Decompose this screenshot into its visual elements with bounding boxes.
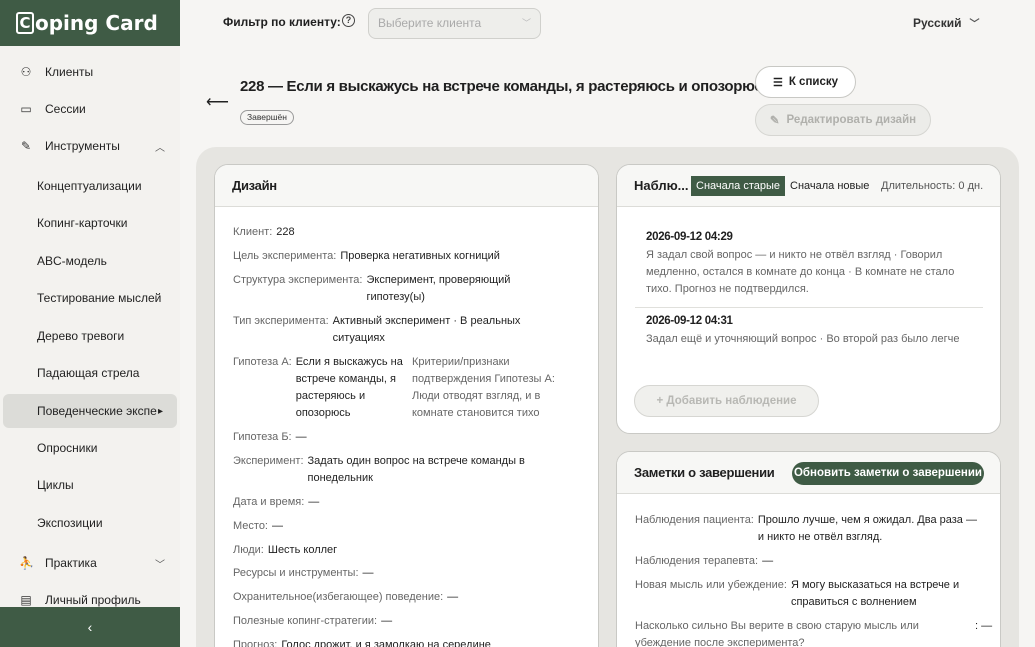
chevron-left-icon: ‹ bbox=[87, 619, 93, 635]
duration-label: Длительность: 0 дн. bbox=[881, 180, 984, 192]
sidebar: Coping Card ⚇ Клиенты ▭ Сессии ✎ Инструмент… bbox=[0, 0, 180, 647]
field-type: Тип эксперимента: Активный эксперимент · … bbox=[233, 315, 521, 344]
logo-letter: C bbox=[16, 12, 34, 34]
sidebar-collapse-button[interactable]: ‹ bbox=[0, 607, 180, 647]
calendar-icon: ▭ bbox=[20, 102, 32, 116]
field-coping: Полезные копинг-стратегии: — bbox=[233, 615, 393, 627]
field-old-belief-strength: Насколько сильно Вы верите в свою старую… bbox=[635, 620, 993, 647]
sidebar-item-sessions[interactable]: ▭ Сессии bbox=[3, 92, 177, 126]
pencil-icon: ✎ bbox=[769, 115, 780, 127]
field-forecast: Прогноз: Голос дрожит, и я замолкаю на се… bbox=[233, 639, 491, 647]
language-select[interactable]: Русский ﹀ bbox=[913, 15, 980, 30]
observation-date: 2026-09-12 04:29 bbox=[646, 231, 733, 243]
field-resources: Ресурсы и инструменты: — bbox=[233, 567, 374, 579]
design-card: Дизайн Клиент: 228 Цель эксперимента: Пров… bbox=[214, 164, 599, 647]
field-goal: Цель эксперимента: Проверка негативных ко… bbox=[233, 250, 500, 262]
design-heading: Дизайн bbox=[215, 165, 598, 207]
client-select[interactable]: Выберите клиента ﹀ bbox=[368, 8, 541, 39]
caret-right-icon: ▸ bbox=[157, 405, 163, 417]
chevron-down-icon: ﹀ bbox=[969, 19, 980, 30]
sort-newest-button[interactable]: Сначала новые bbox=[790, 176, 869, 196]
sidebar-item-practice[interactable]: ⛹ Практика ﹀ bbox=[3, 546, 177, 580]
chevron-up-icon: ︿ bbox=[155, 142, 165, 154]
topbar: Фильтр по клиенту: ? Выберите клиента ﹀ Р… bbox=[180, 0, 1035, 46]
field-patient-observations: Наблюдения пациента: Прошло лучше, чем я … bbox=[635, 514, 977, 543]
observation-entry: 2026-09-12 04:29 Я задал свой вопрос — и… bbox=[635, 231, 983, 298]
sort-oldest-button[interactable]: Сначала старые bbox=[691, 176, 786, 196]
observations-card: Наблю... Сначала старые Сначала новые Дл… bbox=[616, 164, 1001, 434]
edit-design-button[interactable]: ✎ Редактировать дизайн bbox=[755, 104, 931, 136]
sidebar-item-behavioral-experiments[interactable]: Поведенческие экспе ▸ bbox=[3, 394, 177, 428]
sidebar-item-tools[interactable]: ✎ Инструменты ︿ bbox=[3, 129, 177, 163]
observation-entry: 2026-09-12 04:31 Задал ещё и уточняющий … bbox=[635, 315, 983, 348]
sidebar-item-conceptualizations[interactable]: Концептуализации bbox=[3, 169, 177, 203]
update-notes-button[interactable]: Обновить заметки о завершении bbox=[792, 462, 984, 485]
add-observation-button[interactable]: + Добавить наблюдение bbox=[634, 385, 819, 417]
divider bbox=[635, 307, 983, 308]
notes-header: Заметки о завершении Обновить заметки о … bbox=[617, 452, 1000, 494]
tools-icon: ✎ bbox=[20, 139, 32, 153]
sidebar-item-downward-arrow[interactable]: Падающая стрела bbox=[3, 356, 177, 390]
client-filter-label: Фильтр по клиенту: bbox=[223, 15, 341, 29]
help-icon[interactable]: ? bbox=[342, 14, 355, 27]
sidebar-item-thought-testing[interactable]: Тестирование мыслей bbox=[3, 281, 177, 315]
sidebar-item-cycles[interactable]: Циклы bbox=[3, 468, 177, 502]
observations-header: Наблю... Сначала старые Сначала новые Дл… bbox=[617, 165, 1000, 207]
field-people: Люди: Шесть коллег bbox=[233, 544, 338, 556]
observation-date: 2026-09-12 04:31 bbox=[646, 315, 733, 327]
sidebar-item-abc-model[interactable]: ABC-модель bbox=[3, 244, 177, 278]
field-safety-behavior: Охранительное(избегающее) поведение: — bbox=[233, 591, 459, 603]
status-badge: Завершён bbox=[240, 110, 294, 125]
observation-text: Я задал свой вопрос — и никто не отвёл в… bbox=[646, 249, 955, 295]
field-therapist-observations: Наблюдения терапевта: — bbox=[635, 555, 774, 567]
field-datetime: Дата и время: — bbox=[233, 496, 320, 508]
completion-notes-card: Заметки о завершении Обновить заметки о … bbox=[616, 451, 1001, 647]
client-select-placeholder: Выберите клиента bbox=[378, 16, 482, 30]
app-logo[interactable]: Coping Card bbox=[0, 0, 180, 46]
sidebar-item-questionnaires[interactable]: Опросники bbox=[3, 431, 177, 465]
list-icon: ☰ bbox=[772, 76, 783, 89]
chevron-down-icon: ﹀ bbox=[155, 559, 165, 571]
chevron-down-icon: ﹀ bbox=[521, 18, 531, 28]
sidebar-item-clients[interactable]: ⚇ Клиенты bbox=[3, 55, 177, 89]
sidebar-item-coping-cards[interactable]: Копинг-карточки bbox=[3, 206, 177, 240]
sidebar-item-exposures[interactable]: Экспозиции bbox=[3, 506, 177, 540]
field-place: Место: — bbox=[233, 520, 283, 532]
field-client: Клиент: 228 bbox=[233, 226, 295, 238]
field-structure: Структура эксперимента: Эксперимент, пров… bbox=[233, 274, 511, 303]
profile-icon: ▤ bbox=[20, 593, 32, 607]
field-hypothesis-a: Гипотеза А: Если я выскажусь на встрече к… bbox=[233, 356, 403, 419]
field-hypothesis-b: Гипотеза Б: — bbox=[233, 431, 307, 443]
field-experiment: Эксперимент: Задать один вопрос на встреч… bbox=[233, 455, 525, 484]
logo-text: oping Card bbox=[35, 11, 158, 35]
observations-heading: Наблю... bbox=[634, 178, 689, 193]
back-to-list-button[interactable]: ☰ К списку bbox=[755, 66, 856, 98]
language-label: Русский bbox=[913, 16, 962, 30]
back-arrow-icon[interactable]: ⟵ bbox=[206, 92, 229, 112]
users-icon: ⚇ bbox=[20, 65, 32, 79]
sidebar-nav: ⚇ Клиенты ▭ Сессии ✎ Инструменты ︿ Концептуа… bbox=[0, 46, 180, 607]
field-new-thought: Новая мысль или убеждение: Я могу высказа… bbox=[635, 579, 960, 608]
page-title: 228 — Если я выскажусь на встрече команд… bbox=[240, 78, 772, 95]
field-criteria: Критерии/признаки подтверждения Гипотезы… bbox=[412, 356, 555, 419]
sidebar-item-anxiety-tree[interactable]: Дерево тревоги bbox=[3, 319, 177, 353]
observation-text: Задал ещё и уточняющий вопрос · Во второ… bbox=[646, 333, 960, 345]
practice-icon: ⛹ bbox=[19, 556, 34, 570]
notes-heading: Заметки о завершении bbox=[634, 465, 775, 480]
